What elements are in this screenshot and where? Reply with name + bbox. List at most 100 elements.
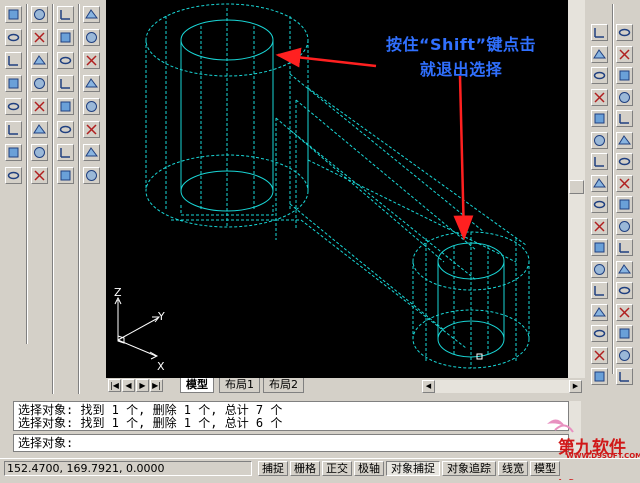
section-icon[interactable] xyxy=(83,98,100,115)
vertical-scrollbar[interactable] xyxy=(568,0,585,378)
ellipse-icon[interactable] xyxy=(591,217,608,235)
point-icon[interactable] xyxy=(591,282,608,299)
nav-next-button[interactable]: ▶ xyxy=(136,379,149,392)
ucs-z-icon[interactable] xyxy=(31,121,48,138)
view-top-icon-glyph xyxy=(7,171,20,180)
make-block-icon-modify-glyph xyxy=(618,263,631,273)
tab-model[interactable]: 模型 xyxy=(180,378,214,393)
sphere-icon[interactable] xyxy=(83,6,100,23)
circle-icon-modify[interactable] xyxy=(616,153,633,170)
tab-layout1[interactable]: 布局1 xyxy=(219,378,260,393)
revolve-icon[interactable] xyxy=(83,75,100,92)
nav-first-button[interactable]: |◀ xyxy=(108,379,121,392)
model-toggle[interactable]: 模型 xyxy=(530,461,560,476)
polygon-icon[interactable] xyxy=(591,88,608,106)
cone-icon[interactable] xyxy=(57,52,74,69)
arc-icon-modify[interactable] xyxy=(616,131,633,149)
ucs-object-icon[interactable] xyxy=(31,29,48,46)
polyline-icon[interactable] xyxy=(591,67,608,84)
status-bar: 152.4700, 169.7921, 0.0000 捕捉 栅格 正交 极轴 对… xyxy=(0,458,640,479)
otrack-toggle[interactable]: 对象追踪 xyxy=(442,461,496,476)
ucs-x-icon[interactable] xyxy=(31,98,48,115)
ucs-world-icon[interactable] xyxy=(31,6,48,23)
arc-icon[interactable] xyxy=(591,131,608,149)
extrude-icon-glyph xyxy=(60,79,70,89)
view-bottom-icon[interactable] xyxy=(31,167,48,184)
polyline-icon-modify[interactable] xyxy=(616,67,633,84)
union-icon[interactable] xyxy=(83,121,100,138)
ucs-face-icon[interactable] xyxy=(5,52,22,69)
make-block-icon[interactable] xyxy=(591,260,608,278)
rectangle-icon-modify[interactable] xyxy=(616,110,633,127)
revcloud-icon-modify[interactable] xyxy=(616,174,633,192)
revcloud-icon-glyph xyxy=(593,177,606,187)
view-bottom-icon-glyph xyxy=(34,170,45,181)
nav-last-button[interactable]: ▶| xyxy=(150,379,163,392)
nav-prev-button[interactable]: ◀ xyxy=(122,379,135,392)
revcloud-icon[interactable] xyxy=(591,174,608,192)
polar-toggle[interactable]: 极轴 xyxy=(354,461,384,476)
insert-block-icon[interactable] xyxy=(591,239,608,256)
ucs-face-icon-glyph xyxy=(8,56,18,66)
ucs-apply-icon[interactable] xyxy=(5,144,22,161)
ucs-zaxis-icon[interactable] xyxy=(31,75,48,92)
rectangle-icon[interactable] xyxy=(591,110,608,127)
insert-block-icon-modify[interactable] xyxy=(616,239,633,256)
ortho-toggle[interactable]: 正交 xyxy=(322,461,352,476)
horizontal-scrollbar[interactable]: ◀ ▶ xyxy=(422,380,582,393)
text-icon-modify[interactable] xyxy=(616,368,633,385)
right-cylinder[interactable] xyxy=(412,231,530,369)
construction-line-icon[interactable] xyxy=(591,45,608,63)
grid-toggle[interactable]: 栅格 xyxy=(290,461,320,476)
osnap-toggle[interactable]: 对象捕捉 xyxy=(386,461,440,476)
interfere-icon[interactable] xyxy=(57,121,74,138)
render-icon-glyph xyxy=(60,170,71,181)
polygon-icon-modify-glyph xyxy=(619,91,630,103)
point-icon-modify[interactable] xyxy=(616,282,633,299)
drawing-viewport[interactable]: Z Y X 按住“Shift”键点击 就退出选择 xyxy=(106,0,568,378)
scroll-thumb[interactable] xyxy=(569,180,584,194)
scroll-left-arrow[interactable]: ◀ xyxy=(422,380,435,393)
hatch-icon-modify[interactable] xyxy=(616,303,633,321)
torus-icon[interactable] xyxy=(83,52,100,69)
circle-icon[interactable] xyxy=(591,153,608,170)
view-top-icon[interactable] xyxy=(5,167,22,184)
region-icon[interactable] xyxy=(591,325,608,342)
line-icon[interactable] xyxy=(591,24,608,41)
subtract-icon[interactable] xyxy=(57,144,74,161)
lineweight-toggle[interactable]: 线宽 xyxy=(498,461,528,476)
snap-toggle[interactable]: 捕捉 xyxy=(258,461,288,476)
cylinder-icon-glyph xyxy=(86,32,97,43)
scroll-right-arrow[interactable]: ▶ xyxy=(569,380,582,393)
cylinder-icon[interactable] xyxy=(83,29,100,46)
ucs-icon[interactable] xyxy=(5,6,22,23)
spline-icon[interactable] xyxy=(591,196,608,213)
ucs-origin-icon[interactable] xyxy=(5,75,22,92)
text-icon[interactable] xyxy=(591,368,608,385)
light-icon[interactable] xyxy=(83,167,100,184)
spline-icon-modify[interactable] xyxy=(616,196,633,213)
extrude-icon[interactable] xyxy=(57,75,74,92)
command-input[interactable]: 选择对象: xyxy=(13,434,569,452)
line-icon-modify[interactable] xyxy=(616,24,633,41)
render-icon[interactable] xyxy=(57,167,74,184)
left-cylinder[interactable] xyxy=(145,3,309,228)
make-block-icon-modify[interactable] xyxy=(616,260,633,278)
ucs-view-icon[interactable] xyxy=(31,52,48,69)
construction-line-icon-modify[interactable] xyxy=(616,45,633,63)
region-icon-modify[interactable] xyxy=(616,325,633,342)
ucs-3point-icon[interactable] xyxy=(5,98,22,115)
polygon-icon-modify[interactable] xyxy=(616,88,633,106)
table-icon-modify[interactable] xyxy=(616,346,633,364)
ellipse-icon-modify[interactable] xyxy=(616,217,633,235)
tab-layout2[interactable]: 布局2 xyxy=(263,378,304,393)
named-ucs-icon[interactable] xyxy=(31,144,48,161)
slice-icon[interactable] xyxy=(57,98,74,115)
wedge-icon[interactable] xyxy=(57,29,74,46)
hatch-icon[interactable] xyxy=(591,303,608,321)
ucs-prev-icon[interactable] xyxy=(5,29,22,46)
box-icon[interactable] xyxy=(57,6,74,23)
intersect-icon[interactable] xyxy=(83,144,100,161)
table-icon[interactable] xyxy=(591,346,608,364)
ucs-y-icon[interactable] xyxy=(5,121,22,138)
